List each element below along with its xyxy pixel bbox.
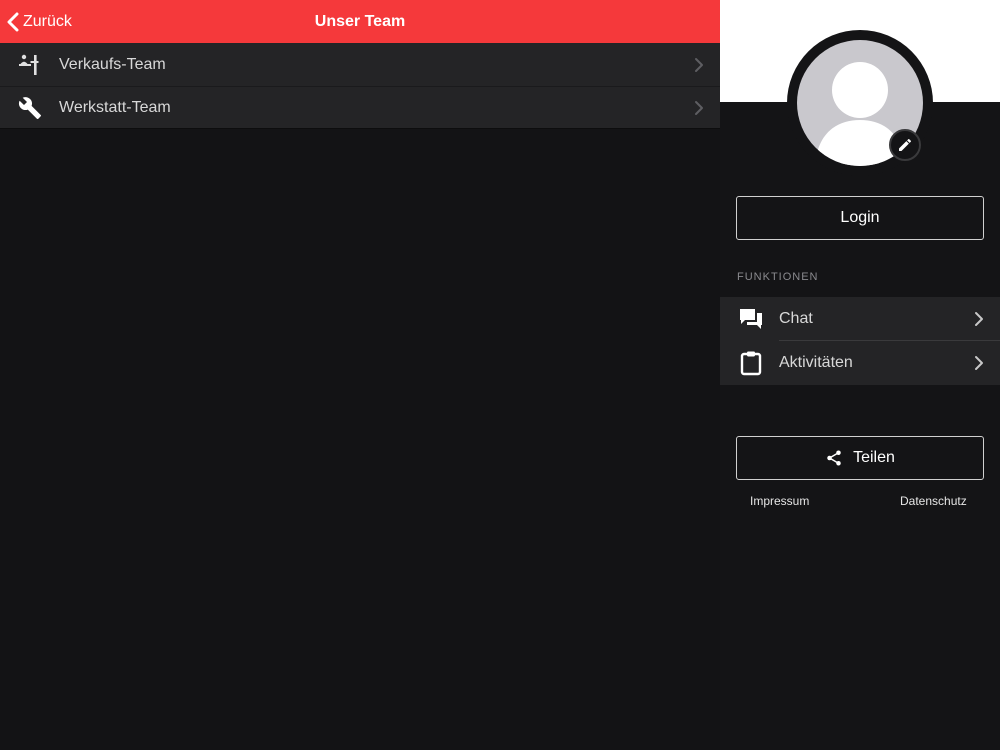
clipboard-icon [738,350,764,376]
list-item-sales-team[interactable]: Verkaufs-Team [0,43,720,86]
impressum-link[interactable]: Impressum [750,494,809,508]
login-button-label: Login [840,209,880,226]
chevron-right-icon [975,356,983,370]
back-button-label: Zurück [23,12,72,30]
chevron-left-icon [7,12,19,31]
share-icon [827,450,841,466]
section-heading-functions: FUNKTIONEN [737,271,819,283]
chat-bubbles-icon [738,306,764,332]
side-menu: Login FUNKTIONEN Chat Aktivitäten Teilen… [720,0,1000,750]
team-pane: Zurück Unser Team Verkaufs-Team Werkstat… [0,0,720,750]
functions-list: Chat Aktivitäten [720,297,1000,385]
menu-item-label: Chat [779,310,813,327]
chevron-right-icon [695,100,703,115]
datenschutz-link[interactable]: Datenschutz [900,494,967,508]
app-root: Zurück Unser Team Verkaufs-Team Werkstat… [0,0,1000,750]
menu-item-chat[interactable]: Chat [720,297,1000,341]
back-button[interactable]: Zurück [6,0,72,43]
team-label: Werkstatt-Team [59,98,171,116]
menu-item-activities[interactable]: Aktivitäten [720,341,1000,385]
share-button-label: Teilen [853,449,895,466]
edit-avatar-button[interactable] [889,129,921,161]
login-button[interactable]: Login [736,196,984,240]
wrench-icon [18,96,42,120]
chevron-right-icon [975,312,983,326]
team-list: Verkaufs-Team Werkstatt-Team [0,43,720,129]
menu-item-label: Aktivitäten [779,354,853,371]
page-title: Unser Team [314,12,406,30]
share-button[interactable]: Teilen [736,436,984,480]
list-item-workshop-team[interactable]: Werkstatt-Team [0,86,720,129]
chevron-right-icon [695,57,703,72]
sales-desk-icon [18,53,42,77]
nav-bar: Zurück Unser Team [0,0,720,43]
pencil-icon [899,138,911,151]
team-label: Verkaufs-Team [59,55,166,73]
